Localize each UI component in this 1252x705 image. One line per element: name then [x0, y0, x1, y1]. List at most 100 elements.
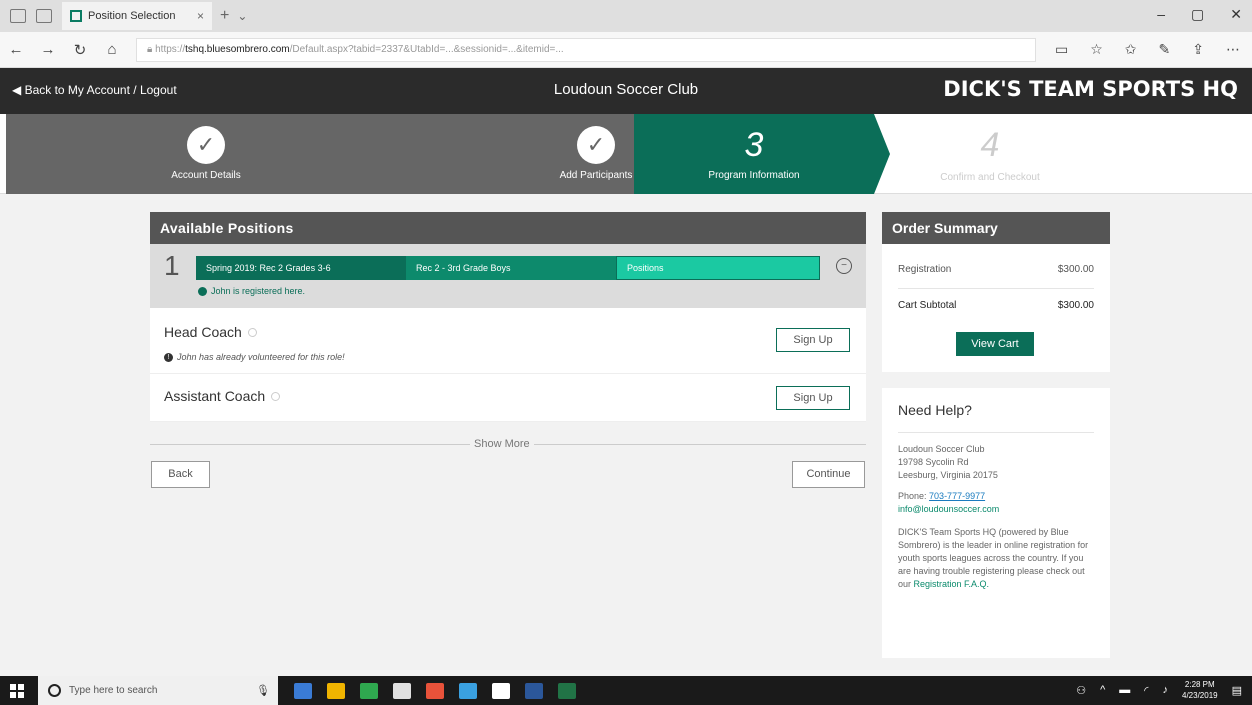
new-tab-icon[interactable]: +	[220, 7, 229, 25]
chevron-up-icon[interactable]: ^	[1100, 684, 1105, 696]
help-title: Need Help?	[898, 402, 972, 418]
org-name: Loudoun Soccer Club	[898, 444, 985, 454]
favorite-star-icon[interactable]: ☆	[1090, 41, 1103, 58]
clock-date: 4/23/2019	[1182, 691, 1218, 700]
step-program-information: 3 Program Information	[634, 114, 890, 194]
position-title-text: Head Coach	[164, 324, 242, 340]
org-city: Leesburg, Virginia 20175	[898, 470, 998, 480]
reading-view-icon[interactable]: ▭	[1055, 41, 1068, 58]
app-header: ◀ Back to My Account / Logout Loudoun So…	[0, 68, 1252, 114]
browser-tab[interactable]: Position Selection ×	[62, 2, 212, 30]
registration-value: $300.00	[1057, 264, 1094, 275]
step-number: 3	[744, 126, 764, 164]
notifications-icon[interactable]: ▤	[1232, 684, 1242, 697]
info-icon[interactable]	[247, 327, 257, 337]
step-label: Confirm and Checkout	[940, 172, 1040, 183]
tab-dropdown-icon[interactable]: ⌄	[237, 9, 247, 23]
excel-icon[interactable]	[558, 682, 576, 699]
divider	[898, 288, 1094, 289]
cortana-icon	[48, 684, 61, 697]
org-street: 19798 Sycolin Rd	[898, 457, 969, 467]
tab-manager-icon[interactable]	[10, 9, 26, 23]
step-label: Account Details	[171, 170, 241, 181]
url-input[interactable]: 🔒︎ https:// tshq.bluesombrero.com /Defau…	[136, 37, 1036, 62]
battery-icon[interactable]: ▬	[1119, 684, 1130, 696]
system-tray: ⚇ ^ ▬ ◜ ♪ 2:28 PM 4/23/2019 ▤	[1076, 679, 1242, 701]
favicon-icon	[70, 10, 82, 22]
show-more: Show More	[150, 438, 866, 452]
volume-icon[interactable]: ♪	[1163, 684, 1169, 696]
position-title: Head Coach	[164, 324, 257, 340]
minimize-icon[interactable]: –	[1157, 6, 1165, 23]
microphone-icon[interactable]: 🎙︎	[256, 684, 270, 697]
edge-icon[interactable]	[294, 682, 312, 699]
position-note: ! John has already volunteered for this …	[164, 352, 345, 362]
crumb-division[interactable]: Rec 2 - 3rd Grade Boys	[406, 256, 616, 280]
tab-aside-icon[interactable]	[36, 9, 52, 23]
registration-label: Registration	[898, 264, 952, 275]
more-icon[interactable]: ⋯	[1226, 41, 1240, 58]
sign-up-button[interactable]: Sign Up	[776, 386, 850, 410]
continue-button[interactable]: Continue	[792, 461, 865, 488]
tab-close-icon[interactable]: ×	[197, 9, 204, 23]
url-path: /Default.aspx?tabid=2337&UtabId=...&sess…	[289, 44, 564, 55]
checkout-steps: ✓ Account Details ✓ Add Participants 3 P…	[0, 114, 1252, 194]
registered-notice: John is registered here.	[198, 286, 305, 296]
mail-icon[interactable]	[492, 682, 510, 699]
refresh-icon[interactable]: ↻	[64, 41, 96, 59]
check-icon: ✓	[187, 126, 225, 164]
clock[interactable]: 2:28 PM 4/23/2019	[1182, 679, 1218, 701]
registered-text: John is registered here.	[211, 286, 306, 296]
step-number: 4	[980, 126, 1000, 164]
order-summary-title: Order Summary	[882, 212, 1110, 244]
home-icon[interactable]: ⌂	[96, 41, 128, 58]
back-arrow-icon[interactable]: ←	[0, 41, 32, 58]
position-title: Assistant Coach	[164, 388, 281, 404]
subtotal-value: $300.00	[1057, 300, 1094, 311]
url-host: tshq.bluesombrero.com	[185, 44, 290, 55]
need-help-box: Need Help? Loudoun Soccer Club 19798 Syc…	[882, 388, 1110, 658]
info-icon[interactable]	[271, 391, 281, 401]
step-label: Program Information	[708, 170, 800, 181]
crumb-season[interactable]: Spring 2019: Rec 2 Grades 3-6	[196, 256, 406, 280]
close-window-icon[interactable]: ✕	[1230, 6, 1242, 23]
word-icon[interactable]	[525, 682, 543, 699]
show-more-link[interactable]: Show More	[470, 438, 534, 450]
people-app-icon[interactable]	[459, 682, 477, 699]
pen-icon[interactable]: ✎	[1159, 41, 1171, 58]
check-icon: ✓	[577, 126, 615, 164]
lock-icon: 🔒︎ https://	[147, 44, 186, 55]
file-explorer-icon[interactable]	[327, 682, 345, 699]
step-confirm-checkout: 4 Confirm and Checkout	[890, 114, 1090, 194]
forward-arrow-icon[interactable]: →	[32, 41, 64, 58]
back-button[interactable]: Back	[151, 461, 210, 488]
alert-icon: !	[164, 352, 173, 362]
available-positions-panel: Available Positions 1 Spring 2019: Rec 2…	[150, 212, 866, 422]
faq-link[interactable]: Registration F.A.Q.	[914, 579, 990, 589]
favorites-list-icon[interactable]: ✩	[1125, 41, 1137, 58]
position-row-head-coach: Head Coach ! John has already volunteere…	[150, 308, 866, 374]
brand-logo: DICK'S TEAM SPORTS HQ	[943, 77, 1238, 101]
taskbar-search-input[interactable]: Type here to search 🎙︎	[38, 676, 278, 705]
view-cart-button[interactable]: View Cart	[956, 332, 1034, 356]
divider	[898, 432, 1094, 433]
crumb-positions: Positions	[616, 256, 820, 280]
maximize-icon[interactable]: ▢	[1191, 6, 1204, 23]
windows-taskbar: Type here to search 🎙︎ ⚇ ^ ▬ ◜ ♪ 2:28 PM…	[0, 676, 1252, 705]
phone-link[interactable]: 703-777-9977	[929, 491, 985, 501]
dropbox-icon[interactable]	[360, 682, 378, 699]
help-about: DICK'S Team Sports HQ (powered by Blue S…	[898, 526, 1094, 591]
registration-line: Registration $300.00	[898, 264, 1094, 275]
step-account-details[interactable]: ✓ Account Details	[6, 114, 406, 194]
sign-up-button[interactable]: Sign Up	[776, 328, 850, 352]
email-link[interactable]: info@loudounsoccer.com	[898, 503, 1094, 516]
wifi-icon[interactable]: ◜	[1144, 684, 1148, 697]
store-icon[interactable]	[393, 682, 411, 699]
chrome-icon[interactable]	[426, 682, 444, 699]
people-icon[interactable]: ⚇	[1076, 684, 1086, 697]
share-icon[interactable]: ⇪	[1192, 41, 1204, 58]
windows-start-icon[interactable]	[10, 683, 24, 698]
collapse-icon[interactable]: −	[836, 258, 852, 274]
subtotal-line: Cart Subtotal $300.00	[898, 300, 1094, 311]
browser-tab-bar: Position Selection × + ⌄ – ▢ ✕	[0, 0, 1252, 32]
